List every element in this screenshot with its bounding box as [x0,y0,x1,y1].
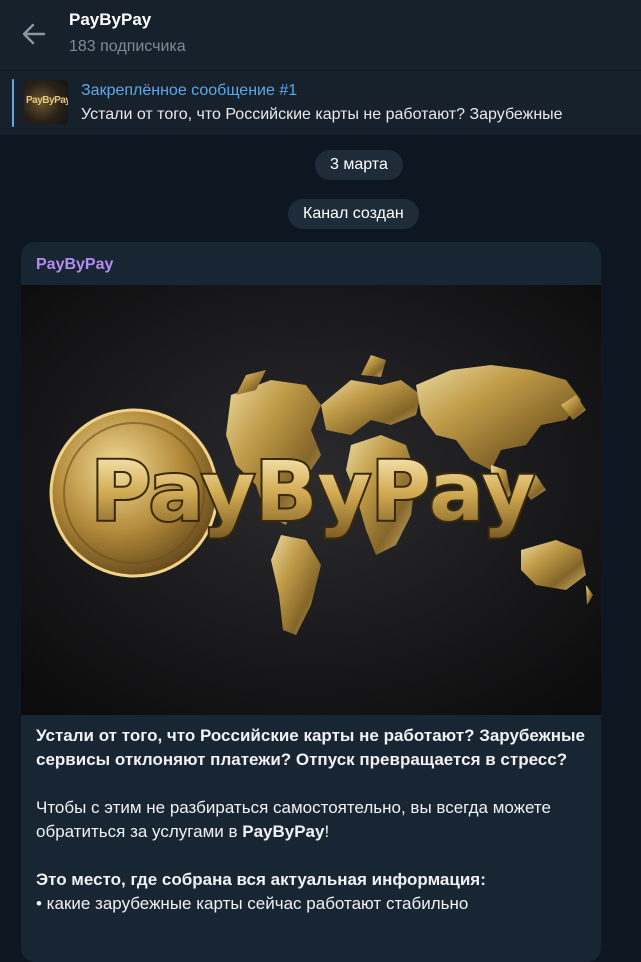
subscriber-count: 183 подписчика [69,38,186,55]
paragraph-offer: Чтобы с этим не разбираться самостоятель… [36,796,586,844]
arrow-left-icon[interactable] [20,20,48,48]
service-message: Канал создан [288,199,419,229]
bullet-item: • какие зарубежные карты сейчас работают… [36,894,469,913]
pinned-indicator [12,79,14,127]
pinned-preview: Устали от того, что Российские карты не … [81,106,563,123]
message-photo[interactable]: PayByPay [21,285,601,715]
message-author[interactable]: PayByPay [36,256,113,274]
image-logo-text: PayByPay [91,445,535,540]
pinned-thumbnail: PayByPay [24,80,68,124]
channel-title[interactable]: PayByPay [69,10,151,30]
chat-header: PayByPay 183 подписчика [0,0,641,70]
pinned-thumbnail-logo: PayByPay [26,95,68,106]
pinned-message-bar[interactable]: PayByPay Закреплённое сообщение #1 Устал… [0,70,641,135]
paragraph-heading: Это место, где собрана вся актуальная ин… [36,870,486,889]
brand-name: PayByPay [242,822,325,841]
pinned-label: Закреплённое сообщение #1 [81,82,298,99]
offer-end: ! [324,822,330,841]
date-separator: 3 марта [315,150,403,180]
message-bubble: PayByPay PayByPay Устали от того, что Ро… [21,242,601,962]
message-text: Устали от того, что Российские карты не … [36,724,586,916]
paragraph-intro: Устали от того, что Российские карты не … [36,726,585,769]
